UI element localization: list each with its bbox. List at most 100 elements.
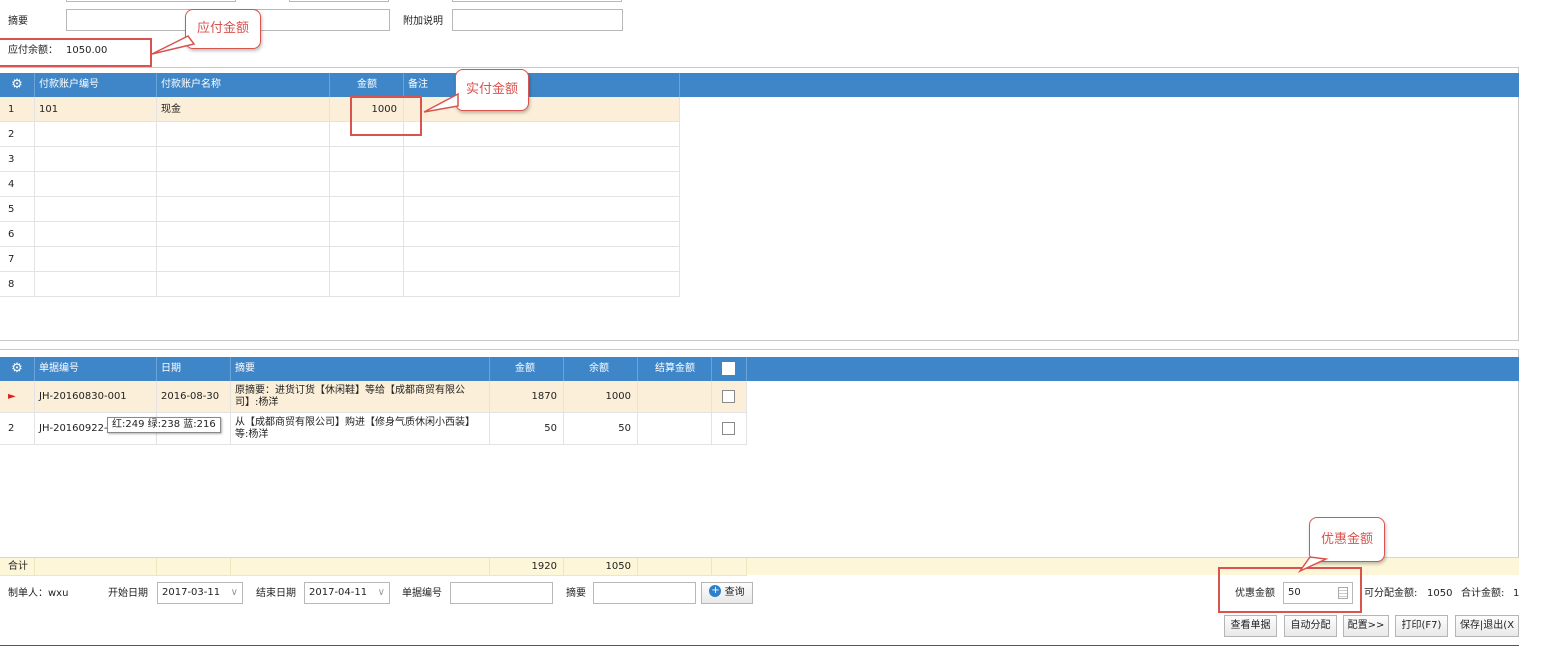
config-button[interactable]: 配置>> xyxy=(1343,615,1389,637)
note-cell[interactable] xyxy=(404,272,680,297)
top-input-3[interactable] xyxy=(452,0,622,2)
col-account-code[interactable]: 付款账户编号 xyxy=(35,73,157,97)
row-check-cell[interactable] xyxy=(712,381,747,413)
row-number: 1 xyxy=(0,97,35,122)
account-code-cell[interactable] xyxy=(35,197,157,222)
chevron-down-icon[interactable]: ∨ xyxy=(378,583,385,603)
summary-cell[interactable]: 原摘要：进货订货【休闲鞋】等给【成都商贸有限公 司】:杨洋 xyxy=(231,381,490,413)
balance-cell[interactable]: 50 xyxy=(564,413,638,445)
col-bill-amount[interactable]: 金额 xyxy=(490,357,564,381)
col-settle[interactable]: 结算金额 xyxy=(638,357,712,381)
table-row[interactable]: 3 xyxy=(0,147,680,172)
account-code-cell[interactable] xyxy=(35,272,157,297)
row-check-cell[interactable] xyxy=(712,413,747,445)
note-cell[interactable] xyxy=(404,172,680,197)
account-name-cell[interactable] xyxy=(157,122,330,147)
allocatable-value: 1050 xyxy=(1427,588,1453,599)
start-date-field[interactable]: 2017-03-11 ∨ xyxy=(157,582,243,604)
callout-paid-pointer xyxy=(423,92,459,113)
note-cell[interactable] xyxy=(404,147,680,172)
amount-cell[interactable] xyxy=(330,147,404,172)
bill-no-cell[interactable]: JH-20160830-001 xyxy=(35,381,157,413)
note-cell[interactable] xyxy=(404,222,680,247)
gear-icon[interactable]: ⚙ xyxy=(0,357,35,381)
date-cell[interactable]: 2016-08-30 xyxy=(157,381,231,413)
balance-cell[interactable]: 1000 xyxy=(564,381,638,413)
chevron-down-icon[interactable]: ∨ xyxy=(231,583,238,603)
amount-cell[interactable]: 1870 xyxy=(490,381,564,413)
note-cell[interactable] xyxy=(404,122,680,147)
auto-allocate-button[interactable]: 自动分配 xyxy=(1284,615,1337,637)
amount-cell[interactable]: 50 xyxy=(490,413,564,445)
settle-cell[interactable] xyxy=(638,413,712,445)
col-account-name[interactable]: 付款账户名称 xyxy=(157,73,330,97)
account-name-cell[interactable] xyxy=(157,222,330,247)
totals-blank xyxy=(231,558,490,576)
table-row[interactable]: 7 xyxy=(0,247,680,272)
col-date[interactable]: 日期 xyxy=(157,357,231,381)
note-cell[interactable] xyxy=(404,247,680,272)
note-cell[interactable] xyxy=(404,197,680,222)
amount-cell[interactable] xyxy=(330,172,404,197)
row-number: 7 xyxy=(0,247,35,272)
table-row[interactable]: 1 101 现金 1000 xyxy=(0,97,680,122)
totals-amount: 1920 xyxy=(490,558,564,576)
summary-filter-input[interactable] xyxy=(593,582,696,604)
top-input-1[interactable] xyxy=(66,0,236,2)
table-row[interactable]: 4 xyxy=(0,172,680,197)
amount-cell[interactable] xyxy=(330,247,404,272)
account-name-cell[interactable] xyxy=(157,147,330,172)
bill-no-filter-input[interactable] xyxy=(450,582,553,604)
row-number: 8 xyxy=(0,272,35,297)
account-name-cell[interactable] xyxy=(157,197,330,222)
totals-blank xyxy=(638,558,712,576)
account-code-cell[interactable] xyxy=(35,247,157,272)
table-row[interactable]: 6 xyxy=(0,222,680,247)
row-number: 2 xyxy=(0,122,35,147)
amount-cell[interactable] xyxy=(330,272,404,297)
account-name-cell[interactable]: 现金 xyxy=(157,97,330,122)
table-row[interactable]: 2 xyxy=(0,122,680,147)
end-date-field[interactable]: 2017-04-11 ∨ xyxy=(304,582,390,604)
extra-note-label: 附加说明 xyxy=(403,16,443,27)
summary-line-2: 司】:杨洋 xyxy=(235,397,279,408)
amount-cell[interactable] xyxy=(330,197,404,222)
row-checkbox[interactable] xyxy=(722,390,735,403)
col-summary[interactable]: 摘要 xyxy=(231,357,490,381)
col-amount[interactable]: 金额 xyxy=(330,73,404,97)
col-bill-no[interactable]: 单据编号 xyxy=(35,357,157,381)
account-code-cell[interactable] xyxy=(35,147,157,172)
totals-label: 合计 xyxy=(0,558,35,576)
print-button[interactable]: 打印(F7) xyxy=(1395,615,1448,637)
creator-value: wxu xyxy=(48,588,69,599)
total-value: 1 xyxy=(1513,588,1520,599)
account-name-cell[interactable] xyxy=(157,247,330,272)
amount-cell[interactable] xyxy=(330,222,404,247)
bill-no-filter-label: 单据编号 xyxy=(402,588,442,599)
account-code-cell[interactable] xyxy=(35,172,157,197)
select-all-checkbox[interactable] xyxy=(722,362,735,375)
table-row[interactable]: 8 xyxy=(0,272,680,297)
account-code-cell[interactable] xyxy=(35,122,157,147)
table-row[interactable]: ► JH-20160830-001 2016-08-30 原摘要：进货订货【休闲… xyxy=(0,381,747,413)
query-button[interactable]: + 查询 xyxy=(701,582,753,604)
gear-icon[interactable]: ⚙ xyxy=(0,73,35,97)
account-name-cell[interactable] xyxy=(157,172,330,197)
col-check-all[interactable] xyxy=(712,357,747,381)
settle-cell[interactable] xyxy=(638,381,712,413)
bill-grid: ⚙ 单据编号 日期 摘要 金额 余额 结算金额 ► JH-20160830-00… xyxy=(0,349,1519,576)
extra-note-input[interactable] xyxy=(452,9,623,31)
total-label: 合计金额: xyxy=(1461,588,1505,599)
save-exit-button[interactable]: 保存|退出(X xyxy=(1455,615,1519,637)
top-input-2[interactable] xyxy=(289,0,389,2)
account-code-cell[interactable] xyxy=(35,222,157,247)
summary-cell[interactable]: 从【成都商贸有限公司】购进【修身气质休闲小西装】 等:杨洋 xyxy=(231,413,490,445)
view-bill-button[interactable]: 查看单据 xyxy=(1224,615,1277,637)
row-checkbox[interactable] xyxy=(722,422,735,435)
end-date-label: 结束日期 xyxy=(256,588,296,599)
table-row[interactable]: 5 xyxy=(0,197,680,222)
creator-label: 制单人： xyxy=(8,588,48,599)
account-name-cell[interactable] xyxy=(157,272,330,297)
col-balance[interactable]: 余额 xyxy=(564,357,638,381)
account-code-cell[interactable]: 101 xyxy=(35,97,157,122)
